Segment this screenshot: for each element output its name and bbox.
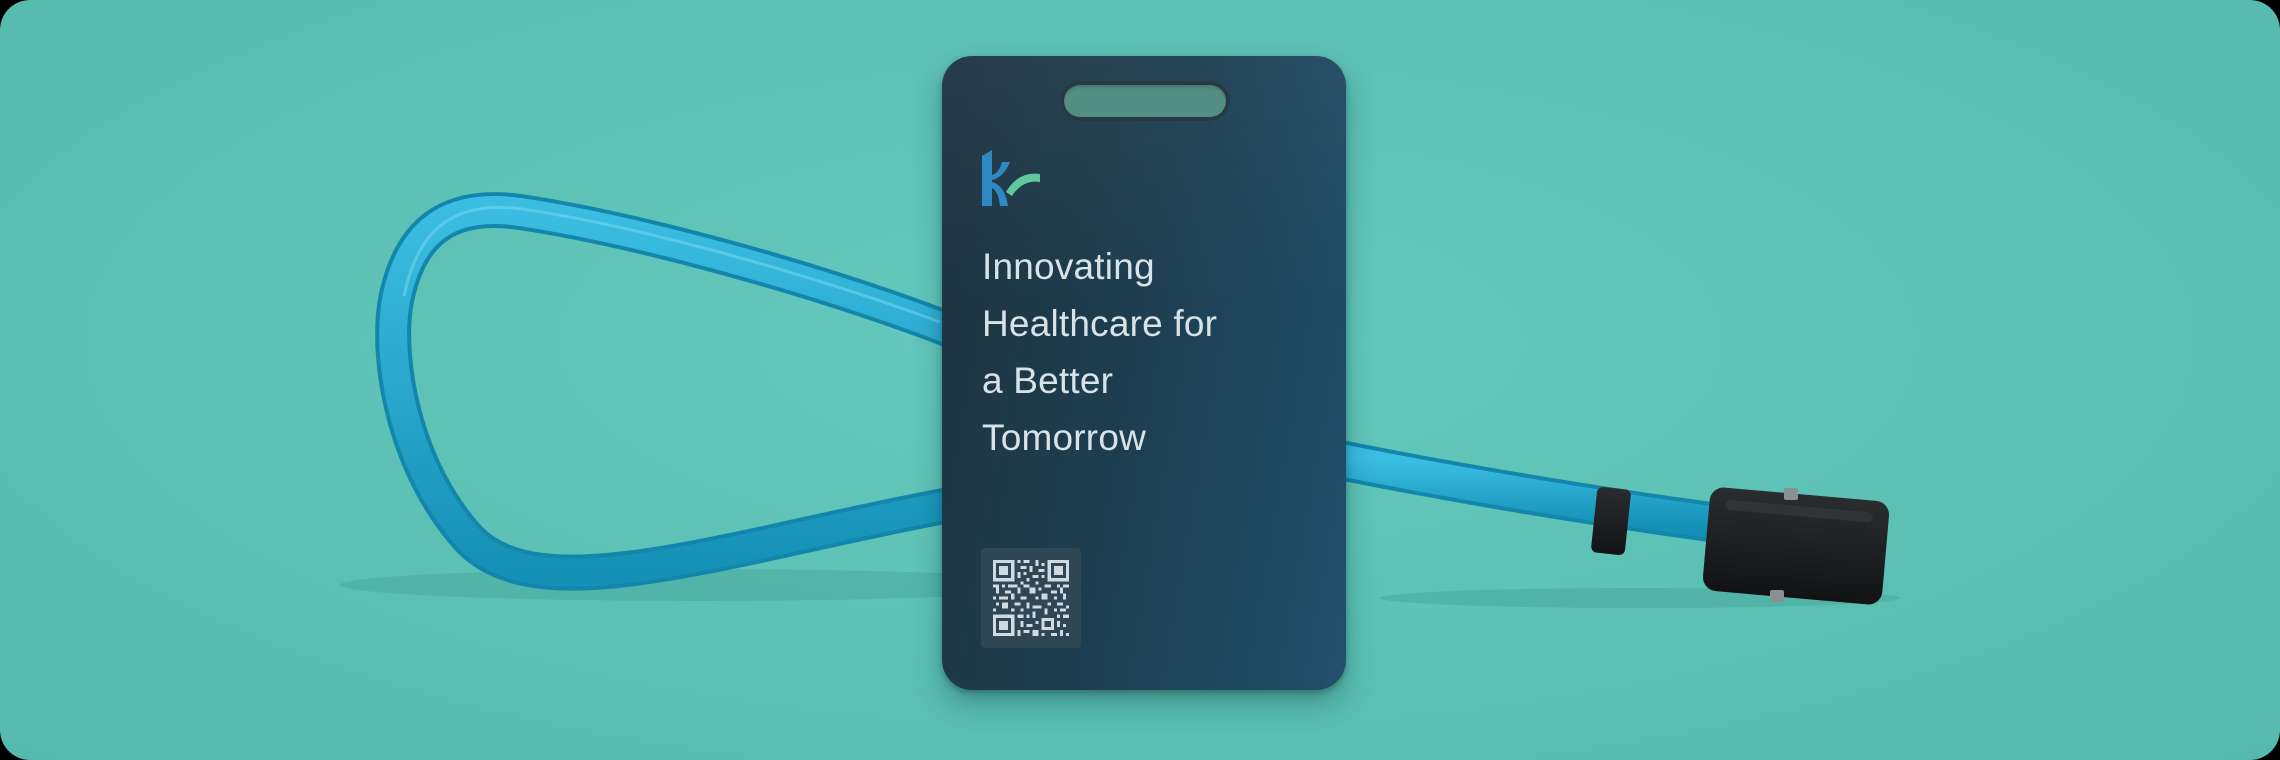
tagline-line: Tomorrow [982, 417, 1147, 458]
badge-tagline: Innovating Healthcare for a Better Tomor… [982, 238, 1322, 466]
id-badge-card: Innovating Healthcare for a Better Tomor… [942, 56, 1346, 690]
qr-code [981, 548, 1081, 648]
tagline-line: Healthcare for [982, 303, 1218, 344]
tagline-line: Innovating [982, 246, 1155, 287]
badge-slot [1060, 81, 1230, 121]
brand-logo-icon [982, 150, 1040, 206]
qr-code-icon [993, 560, 1069, 636]
scene-background: Innovating Healthcare for a Better Tomor… [0, 0, 2280, 760]
tagline-line: a Better [982, 360, 1114, 401]
